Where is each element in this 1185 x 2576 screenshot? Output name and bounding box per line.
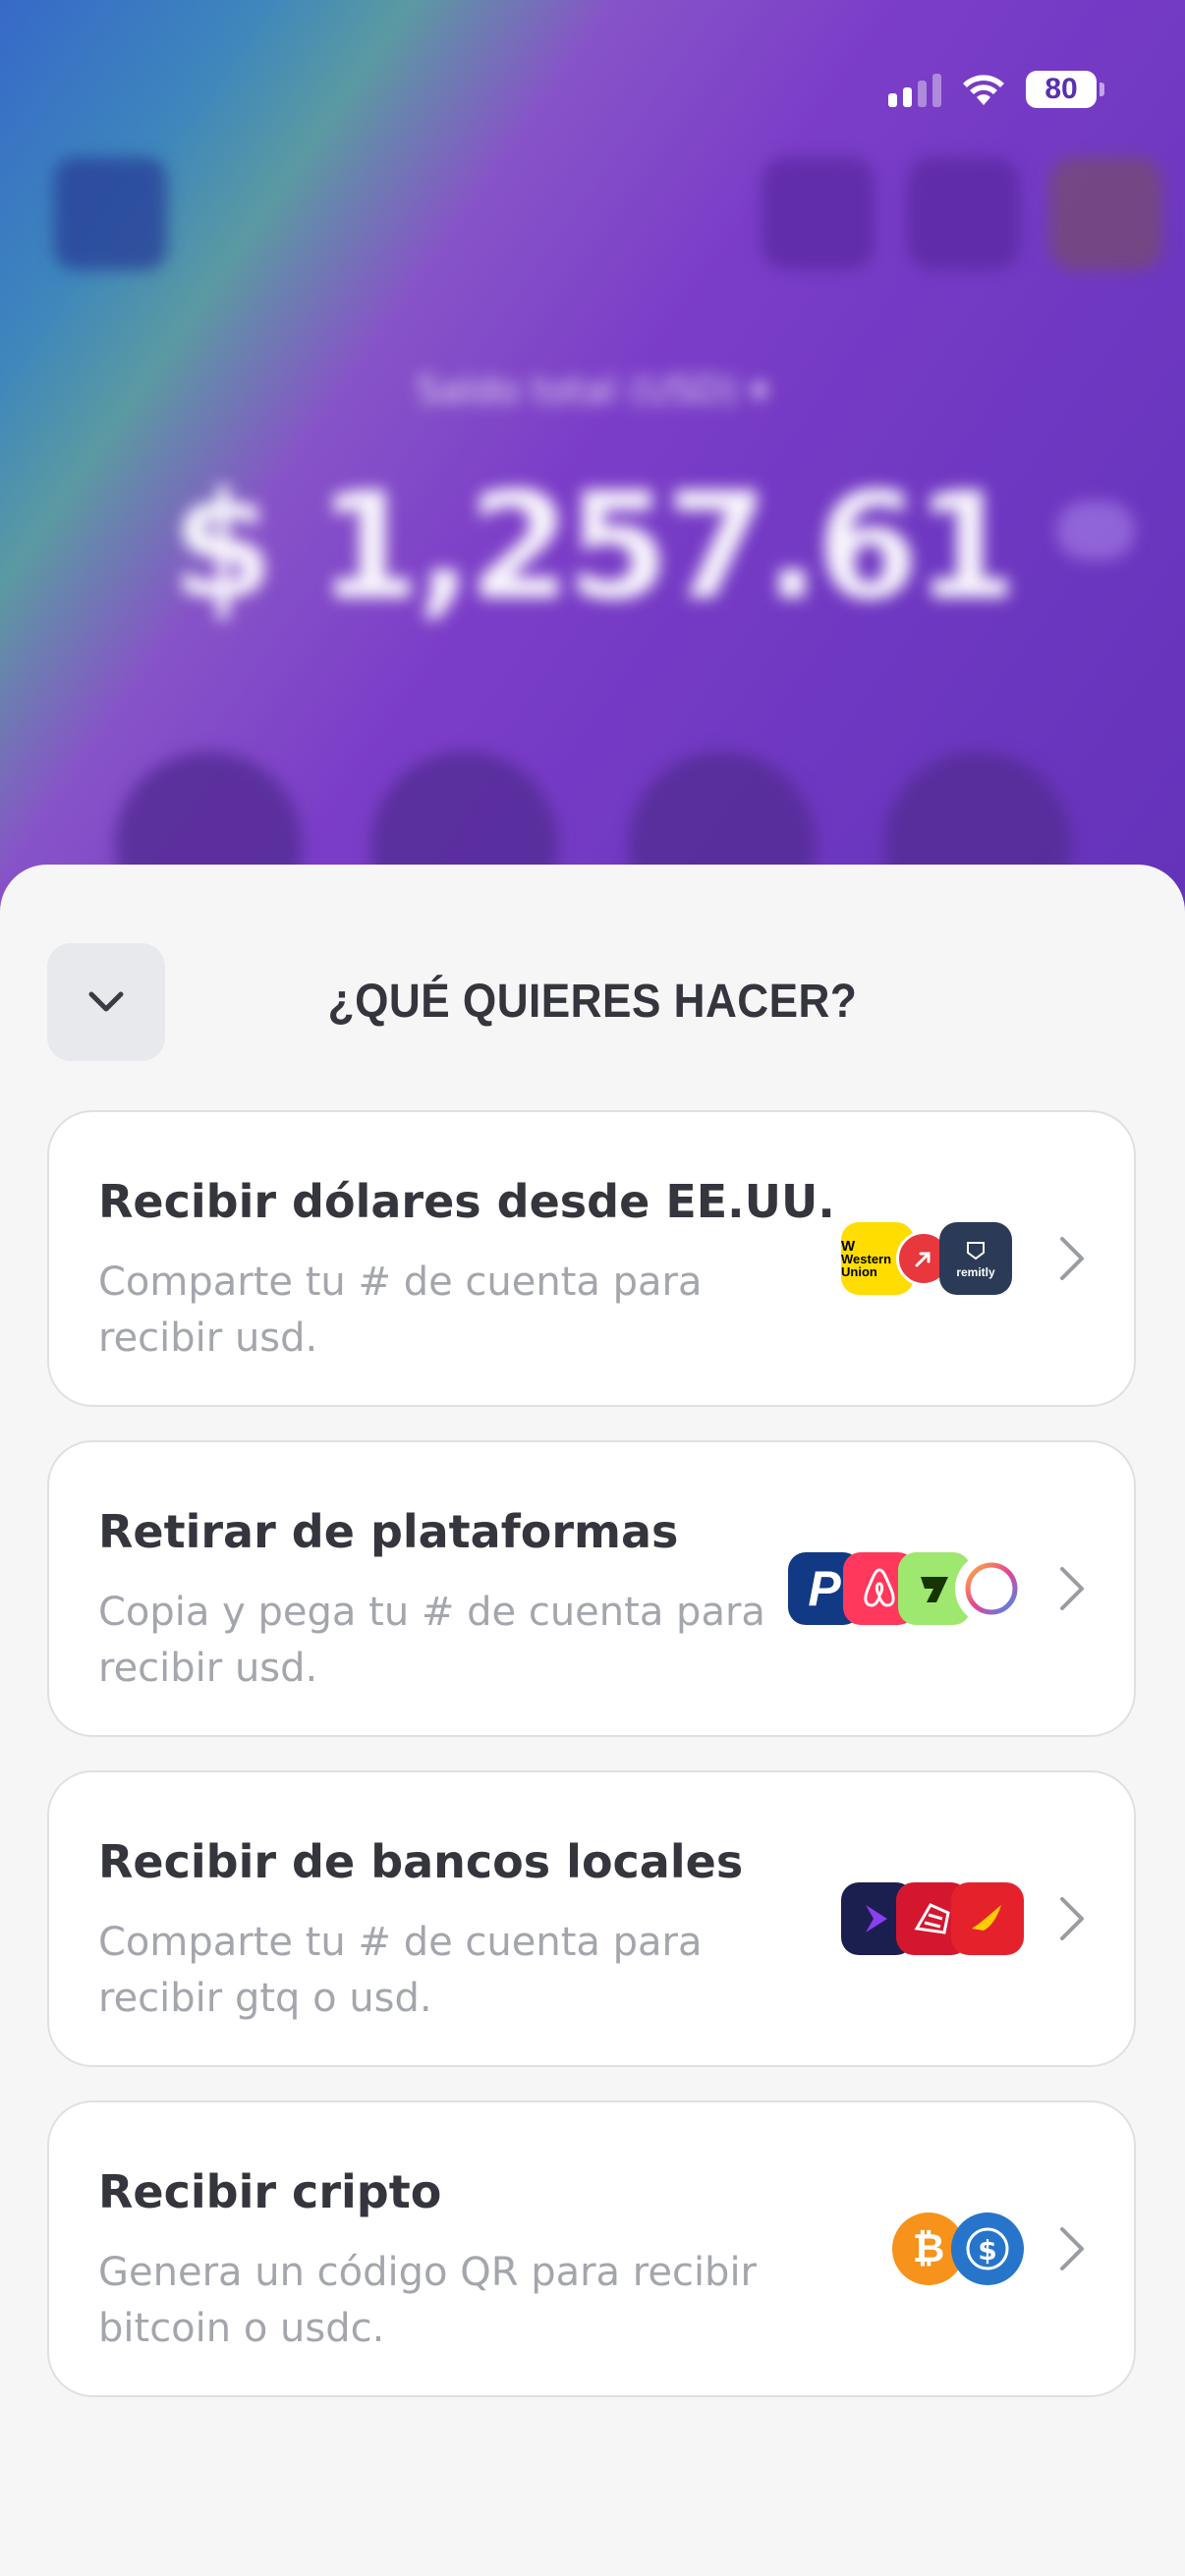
support-icon-blurred bbox=[907, 157, 1020, 270]
ring-app-logo bbox=[955, 1552, 1028, 1625]
usdc-icon: $ bbox=[951, 2212, 1024, 2285]
option-description: Comparte tu # de cuenta para recibir usd… bbox=[98, 1260, 703, 1361]
balance-amount: $ 1,257.61 bbox=[171, 462, 1018, 633]
logo-group: ₿ $ bbox=[892, 2212, 1024, 2285]
option-title: Recibir cripto bbox=[98, 2165, 442, 2218]
battery-indicator: 80 bbox=[1026, 71, 1104, 108]
option-receive-crypto[interactable]: Recibir cripto Genera un código QR para … bbox=[47, 2100, 1136, 2397]
chevron-right-icon bbox=[1060, 1567, 1084, 1610]
wifi-icon bbox=[963, 75, 1004, 105]
option-title: Recibir dólares desde EE.UU. bbox=[98, 1175, 835, 1228]
chevron-right-icon bbox=[1060, 1897, 1084, 1940]
bank-red-wing-logo bbox=[951, 1882, 1024, 1955]
option-title: Recibir de bancos locales bbox=[98, 1835, 744, 1888]
option-receive-usd[interactable]: Recibir dólares desde EE.UU. Comparte tu… bbox=[47, 1110, 1136, 1407]
notifications-icon-blurred bbox=[762, 157, 875, 270]
option-title: Retirar de plataformas bbox=[98, 1505, 679, 1558]
balance-label: Saldo total (USD) ▾ bbox=[416, 368, 769, 412]
action-sheet: ¿QUÉ QUIERES HACER? Recibir dólares desd… bbox=[0, 865, 1185, 2576]
option-description: Comparte tu # de cuenta para recibir gtq… bbox=[98, 1920, 703, 2021]
option-local-banks[interactable]: Recibir de bancos locales Comparte tu # … bbox=[47, 1770, 1136, 2067]
logo-group: W Western Union remitly bbox=[841, 1222, 1012, 1295]
logo-group: P bbox=[788, 1552, 1028, 1625]
chevron-right-icon bbox=[1060, 1237, 1084, 1280]
eye-icon-blurred bbox=[1056, 501, 1135, 560]
grid-icon-blurred bbox=[1049, 157, 1162, 270]
logo-group bbox=[841, 1882, 1024, 1955]
remitly-logo: remitly bbox=[939, 1222, 1012, 1295]
cellular-signal-icon bbox=[888, 72, 941, 107]
background-app: Saldo total (USD) ▾ $ 1,257.61 bbox=[0, 0, 1185, 982]
status-bar: 80 bbox=[888, 71, 1104, 108]
chevron-right-icon bbox=[1060, 2227, 1084, 2270]
sheet-title: ¿QUÉ QUIERES HACER? bbox=[327, 976, 858, 1028]
option-withdraw-platforms[interactable]: Retirar de plataformas Copia y pega tu #… bbox=[47, 1440, 1136, 1737]
option-description: Copia y pega tu # de cuenta para recibir… bbox=[98, 1590, 765, 1691]
svg-text:$: $ bbox=[978, 2234, 996, 2267]
option-description: Genera un código QR para recibir bitcoin… bbox=[98, 2250, 757, 2351]
menu-button-blurred bbox=[54, 157, 167, 270]
